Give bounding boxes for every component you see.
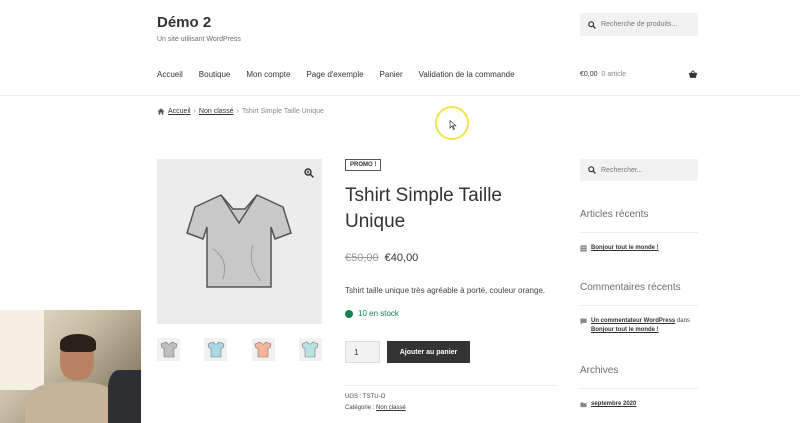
archive-item: septembre 2020 [580,400,700,409]
webcam-overlay [0,310,141,423]
thumbnail-grey[interactable] [157,338,180,361]
nav-item-accueil[interactable]: Accueil [157,70,183,79]
comment-author-link[interactable]: Un commentateur WordPress [591,318,675,324]
cart-amount: €0,00 [580,71,598,78]
recent-post-link[interactable]: Bonjour tout le monde ! [591,244,659,253]
breadcrumb-separator: › [193,108,196,115]
archives-title: Archives [580,365,619,376]
thumbnail-blue[interactable] [204,338,228,361]
product-price: €50,00 €40,00 [345,252,418,264]
product-description: Tshirt taille unique très agréable à por… [345,286,546,295]
basket-icon [688,70,698,78]
home-icon [157,108,165,115]
folder-icon [580,402,587,408]
breadcrumb-current: Tshirt Simple Taille Unique [241,108,324,115]
comment-icon [580,318,587,325]
product-main-image[interactable] [157,159,322,324]
site-title[interactable]: Démo 2 [157,14,211,31]
product-sku: UGS : TSTU-O [345,394,385,400]
nav-item-page-exemple[interactable]: Page d'exemple [306,70,363,79]
thumbnail-orange[interactable] [251,338,275,361]
tshirt-thumb-icon [207,341,225,358]
breadcrumb-separator: › [236,108,239,115]
comment-post-link[interactable]: Bonjour tout le monde ! [591,327,659,333]
comment-on-label: dans [675,318,690,324]
search-placeholder: Rechercher... [601,166,643,174]
product-category: Catégorie : Non classé [345,405,406,411]
product-search-input[interactable]: Recherche de produits... [580,13,698,36]
widget-divider [580,305,698,306]
zoom-icon[interactable] [304,168,314,178]
quantity-input[interactable]: 1 [345,341,380,363]
search-icon [588,20,596,29]
sidebar-search-input[interactable]: Rechercher... [580,159,698,181]
tshirt-thumb-icon [254,341,272,358]
nav-item-mon-compte[interactable]: Mon compte [246,70,290,79]
product-title: Tshirt Simple Taille Unique [345,185,502,232]
site-description: Un site utilisant WordPress [157,36,241,43]
recent-posts-title: Articles récents [580,209,649,220]
header-cart[interactable]: €0,00 0 article [580,70,698,79]
old-price: €50,00 [345,252,379,264]
breadcrumb-category[interactable]: Non classé [199,108,234,115]
category-link[interactable]: Non classé [376,405,406,411]
webcam-person-hair [60,334,96,352]
main-nav: Accueil Boutique Mon compte Page d'exemp… [157,70,531,79]
search-icon [588,166,596,174]
widget-divider [580,232,698,233]
thumbnail-mint[interactable] [298,338,322,361]
nav-item-boutique[interactable]: Boutique [199,70,231,79]
widget-divider [580,388,698,389]
breadcrumb-home[interactable]: Accueil [168,108,191,115]
archive-link[interactable]: septembre 2020 [591,400,636,409]
tshirt-image [186,194,292,288]
mouse-pointer-icon [449,120,457,130]
tshirt-thumb-icon [160,341,177,358]
stock-status: 10 en stock [345,309,399,318]
in-stock-icon [345,309,353,318]
breadcrumb: Accueil › Non classé › Tshirt Simple Tai… [157,108,324,115]
document-icon [580,245,587,252]
meta-divider [345,385,557,386]
promo-badge: PROMO ! [345,159,382,171]
recent-comment-item: Un commentateur WordPress dans Bonjour t… [580,317,700,335]
sku-label: UGS : [345,394,363,400]
recent-post-item: Bonjour tout le monde ! [580,244,700,253]
add-to-cart-button[interactable]: Ajouter au panier [387,341,470,363]
webcam-window [0,310,44,390]
stock-label: 10 en stock [358,309,399,318]
product-thumbnails [157,338,322,361]
nav-item-panier[interactable]: Panier [380,70,403,79]
webcam-chair [108,370,141,423]
header-divider [0,95,800,96]
sale-price: €40,00 [384,252,419,264]
webcam-person-body [25,382,120,423]
tshirt-thumb-icon [302,341,319,358]
nav-item-validation[interactable]: Validation de la commande [419,70,515,79]
category-label: Catégorie : [345,405,377,411]
search-placeholder: Recherche de produits... [601,21,678,28]
cart-count: 0 article [601,71,627,78]
sku-value: TSTU-O [362,394,386,400]
recent-comments-title: Commentaires récents [580,282,681,293]
